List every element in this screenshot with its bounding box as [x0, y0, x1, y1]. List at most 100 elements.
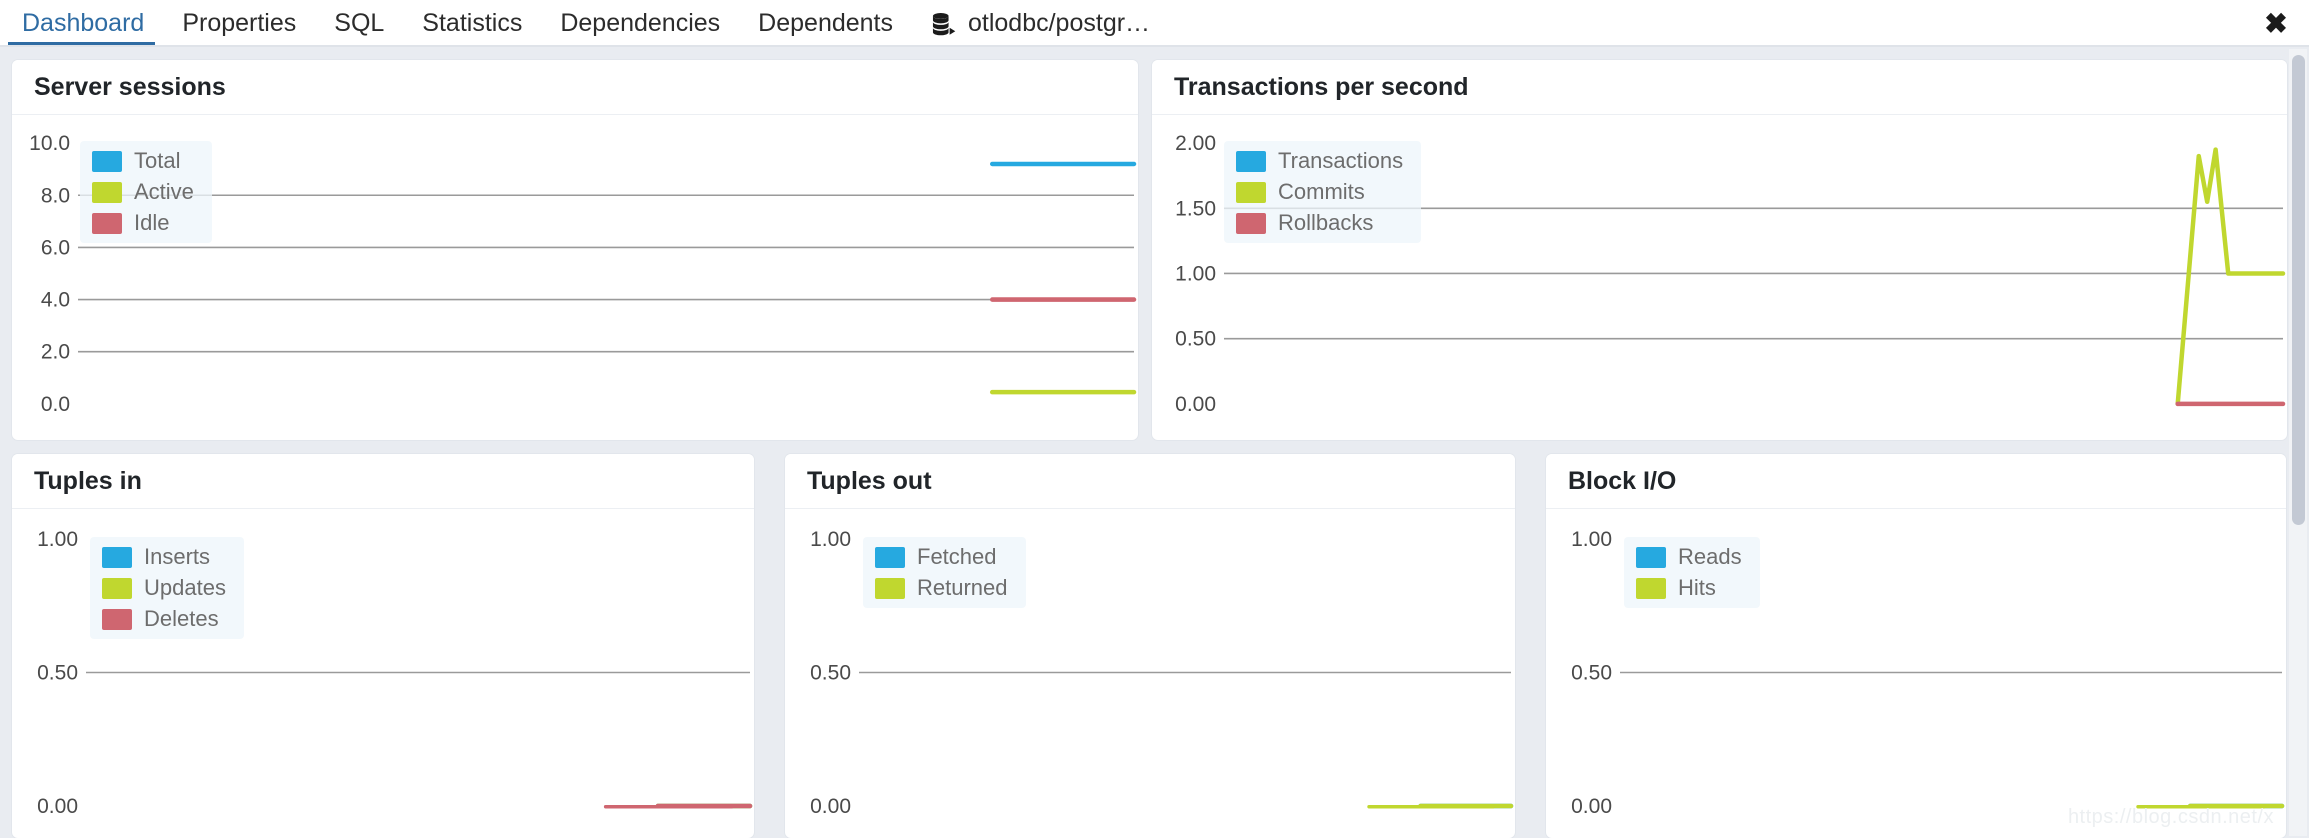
legend-swatch-hits: [1636, 578, 1666, 599]
database-server-icon: [931, 11, 957, 37]
tab-properties[interactable]: Properties: [163, 0, 315, 47]
legend-label: Updates: [144, 575, 226, 601]
tab-dependents[interactable]: Dependents: [739, 0, 912, 47]
legend-transactions-per-second: Transactions Commits Rollbacks: [1224, 141, 1421, 243]
legend-swatch-active: [92, 182, 122, 203]
legend-label: Commits: [1278, 179, 1365, 205]
svg-text:2.00: 2.00: [1175, 132, 1216, 155]
legend-item[interactable]: Reads: [1636, 544, 1742, 570]
legend-item[interactable]: Hits: [1636, 575, 1742, 601]
legend-item[interactable]: Idle: [92, 210, 194, 236]
legend-item[interactable]: Updates: [102, 575, 226, 601]
legend-label: Reads: [1678, 544, 1742, 570]
legend-block-io: Reads Hits: [1624, 537, 1760, 608]
tab-bar: Dashboard Properties SQL Statistics Depe…: [0, 0, 2309, 47]
svg-text:10.0: 10.0: [29, 132, 70, 155]
tab-label: Dashboard: [22, 9, 144, 38]
legend-label: Transactions: [1278, 148, 1403, 174]
chart-area-tuples-out[interactable]: 1.00 0.50 0.00 Fetched Returned: [785, 509, 1515, 838]
svg-text:0.00: 0.00: [1571, 795, 1612, 818]
tab-label: Properties: [182, 9, 296, 38]
legend-swatch-returned: [875, 578, 905, 599]
legend-item[interactable]: Returned: [875, 575, 1008, 601]
panel-tuples-in: Tuples in 1.00 0.50 0.00 Inserts Updates: [12, 454, 754, 838]
svg-text:2.0: 2.0: [41, 341, 70, 364]
svg-text:0.00: 0.00: [1175, 393, 1216, 416]
legend-swatch-reads: [1636, 547, 1666, 568]
panel-server-sessions: Server sessions 10.0 8.0 6.0 4.0 2.0 0.0 Tota…: [12, 60, 1138, 440]
svg-text:8.0: 8.0: [41, 184, 70, 207]
legend-item[interactable]: Transactions: [1236, 148, 1403, 174]
legend-label: Idle: [134, 210, 169, 236]
panel-title: Server sessions: [12, 60, 1138, 115]
legend-label: Returned: [917, 575, 1008, 601]
legend-swatch-transactions: [1236, 151, 1266, 172]
svg-text:0.50: 0.50: [1571, 662, 1612, 685]
legend-label: Inserts: [144, 544, 210, 570]
svg-text:1.00: 1.00: [810, 528, 851, 551]
tab-statistics[interactable]: Statistics: [403, 0, 541, 47]
svg-text:1.00: 1.00: [1571, 528, 1612, 551]
tab-label: otlodbc/postgr…: [968, 9, 1150, 38]
legend-label: Active: [134, 179, 194, 205]
legend-item[interactable]: Deletes: [102, 606, 226, 632]
chart-area-transactions-per-second[interactable]: 2.00 1.50 1.00 0.50 0.00 Transactions Commit…: [1152, 115, 2287, 440]
dashboard-row-top: Server sessions 10.0 8.0 6.0 4.0 2.0 0.0 Tota…: [12, 60, 2297, 440]
panel-title: Tuples out: [785, 454, 1515, 509]
svg-text:0.00: 0.00: [810, 795, 851, 818]
svg-text:0.50: 0.50: [37, 662, 78, 685]
scrollbar-thumb[interactable]: [2292, 55, 2305, 525]
tab-dependencies[interactable]: Dependencies: [541, 0, 739, 47]
svg-text:0.50: 0.50: [1175, 328, 1216, 351]
legend-label: Hits: [1678, 575, 1716, 601]
svg-text:0.50: 0.50: [810, 662, 851, 685]
legend-tuples-in: Inserts Updates Deletes: [90, 537, 244, 639]
dashboard-panel-grid: Server sessions 10.0 8.0 6.0 4.0 2.0 0.0 Tota…: [0, 47, 2309, 838]
tab-sql[interactable]: SQL: [315, 0, 403, 47]
legend-server-sessions: Total Active Idle: [80, 141, 212, 243]
chart-area-block-io[interactable]: 1.000.500.00 Reads Hits https://blog.csd…: [1546, 509, 2286, 838]
legend-label: Deletes: [144, 606, 219, 632]
legend-item[interactable]: Active: [92, 179, 194, 205]
legend-label: Fetched: [917, 544, 997, 570]
panel-title: Block I/O: [1546, 454, 2286, 509]
legend-item[interactable]: Inserts: [102, 544, 226, 570]
legend-label: Total: [134, 148, 180, 174]
chart-area-server-sessions[interactable]: 10.0 8.0 6.0 4.0 2.0 0.0 Total Active Idle: [12, 115, 1138, 440]
legend-swatch-total: [92, 151, 122, 172]
panel-transactions-per-second: Transactions per second 2.00 1.50 1.00 0.50…: [1152, 60, 2287, 440]
tab-dashboard[interactable]: Dashboard: [0, 0, 163, 47]
svg-text:1.00: 1.00: [37, 528, 78, 551]
dashboard-row-bottom: Tuples in 1.00 0.50 0.00 Inserts Updates: [12, 454, 2297, 838]
svg-text:0.00: 0.00: [37, 795, 78, 818]
panel-title: Transactions per second: [1152, 60, 2287, 115]
close-icon[interactable]: ✖: [2259, 8, 2293, 40]
legend-tuples-out: Fetched Returned: [863, 537, 1026, 608]
svg-text:1.50: 1.50: [1175, 197, 1216, 220]
legend-item[interactable]: Rollbacks: [1236, 210, 1403, 236]
legend-swatch-rollbacks: [1236, 213, 1266, 234]
panel-title: Tuples in: [12, 454, 754, 509]
tab-connection-otlodbc-postgres[interactable]: otlodbc/postgr…: [912, 0, 1169, 47]
legend-item[interactable]: Total: [92, 148, 194, 174]
svg-text:0.0: 0.0: [41, 393, 70, 416]
panel-tuples-out: Tuples out 1.00 0.50 0.00 Fetched Returned: [785, 454, 1515, 838]
vertical-scrollbar[interactable]: [2289, 49, 2307, 836]
legend-item[interactable]: Commits: [1236, 179, 1403, 205]
tab-label: Statistics: [422, 9, 522, 38]
legend-swatch-updates: [102, 578, 132, 599]
svg-text:6.0: 6.0: [41, 236, 70, 259]
legend-swatch-commits: [1236, 182, 1266, 203]
tab-label: SQL: [334, 9, 384, 38]
svg-text:1.00: 1.00: [1175, 262, 1216, 285]
legend-swatch-inserts: [102, 547, 132, 568]
panel-block-io: Block I/O 1.000.500.00 Reads Hits https:…: [1546, 454, 2286, 838]
legend-swatch-fetched: [875, 547, 905, 568]
legend-swatch-idle: [92, 213, 122, 234]
legend-item[interactable]: Fetched: [875, 544, 1008, 570]
svg-text:4.0: 4.0: [41, 289, 70, 312]
legend-label: Rollbacks: [1278, 210, 1373, 236]
tab-label: Dependents: [758, 9, 893, 38]
chart-area-tuples-in[interactable]: 1.00 0.50 0.00 Inserts Updates Deletes: [12, 509, 754, 838]
legend-swatch-deletes: [102, 609, 132, 630]
